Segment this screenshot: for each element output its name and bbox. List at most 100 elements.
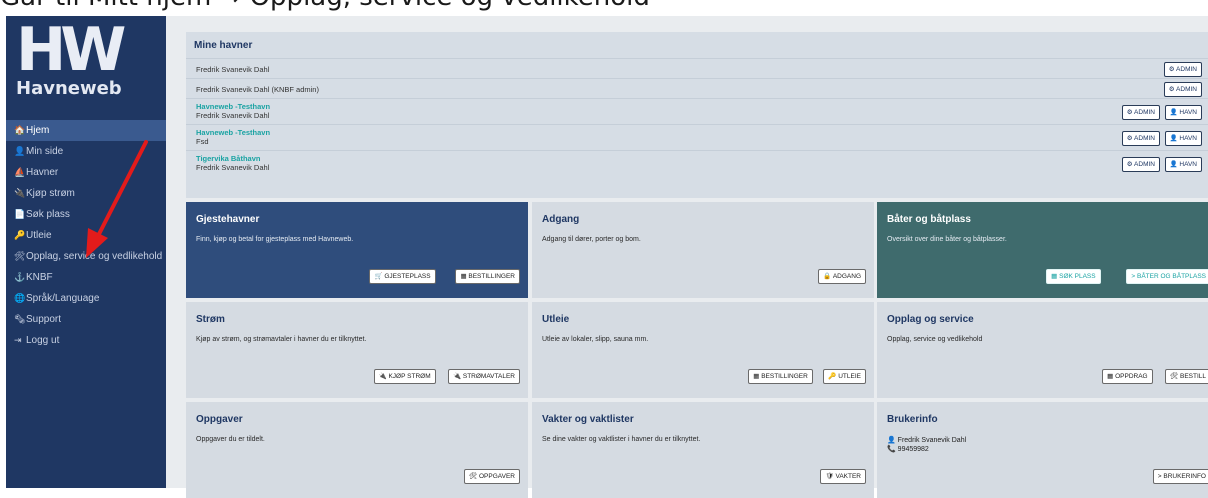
tile-title: Utleie [542,314,570,325]
sidebar-item-label: Søk plass [26,209,70,220]
sidebar-item-label: Hjem [26,125,50,136]
gear-icon: ⚙ [1126,135,1135,142]
button-label: HAVN [1179,135,1197,142]
havn-button[interactable]: 👤 HAVN [1164,105,1202,120]
sidebar-item-label: Kjøp strøm [26,188,75,199]
harbor-owner-name: Fredrik Svanevik Dahl [196,65,270,74]
admin-button[interactable]: ⚙ ADMIN [1121,131,1160,146]
button-label: ADMIN [1134,161,1155,168]
tile-title: Adgang [542,214,580,225]
tools-icon: 🛠 [14,251,26,261]
button-icon: ▦ [753,373,762,380]
tile-title: Brukerinfo [887,414,938,425]
sidebar-item-logg-ut[interactable]: ⇥ Logg ut [6,330,166,351]
havn-button[interactable]: 👤 HAVN [1164,157,1202,172]
brukerinfo-button[interactable]: > BRUKERINFO [1152,469,1208,484]
button-icon: 🔑 [828,373,839,380]
oppdrag-button[interactable]: ▦ OPPDRAG [1102,369,1153,384]
user-icon: 👤 [14,146,26,156]
tile-title: Vakter og vaktlister [542,414,634,425]
harbor-row: Fredrik Svanevik Dahl (KNBF admin) ⚙ ADMI… [186,78,1208,99]
sidebar-nav: 🏠Hjem 👤Min side ⛵Havner 🔌Kjøp strøm 📄Søk pla… [6,120,174,351]
tile-vakter-og-vaktlister: Vakter og vaktlister Se dine vakter og va… [532,402,874,498]
tile-description: Finn, kjøp og betal for gjesteplass med … [196,236,354,243]
søk-plass-button[interactable]: ▦ SØK PLASS [1046,269,1101,284]
home-icon: 🏠 [14,125,26,135]
harbor-link[interactable]: Havneweb -Testhavn [196,102,270,111]
sidebar-item-knbf[interactable]: ⚓KNBF [6,267,166,288]
sidebar-item-opplag-service-og-vedlikehold[interactable]: 🛠Opplag, service og vedlikehold [6,246,166,267]
button-icon: 🔌 [378,373,389,380]
harbor-link[interactable]: Tigervika Båthavn [196,154,260,163]
tile-description: Opplag, service og vedlikehold [887,336,983,343]
harbor-owner-name: Fredrik Svanevik Dahl (KNBF admin) [196,85,319,94]
button-icon: 🛒 [374,273,385,280]
button-label: UTLEIE [838,373,861,380]
gear-icon: ⚙ [1168,86,1177,93]
sidebar-item-label: Havner [26,167,59,178]
my-harbors-panel: Mine havner Fredrik Svanevik Dahl ⚙ ADMIN… [186,32,1208,198]
admin-button[interactable]: ⚙ ADMIN [1163,62,1202,77]
tile-opplag-og-service: Opplag og service Opplag, service og vedl… [877,302,1208,398]
båter-og-båtplass-button[interactable]: > BÅTER OG BÅTPLASS [1126,269,1208,284]
button-label: HAVN [1179,109,1197,116]
tile-brukerinfo: Brukerinfo 👤 Fredrik Svanevik Dahl 📞 99459… [877,402,1208,498]
sidebar-item-support[interactable]: 🗞Support [6,309,166,330]
button-label: BÅTER OG BÅTPLASS [1137,273,1206,280]
anchor-icon: ⚓ [14,272,26,282]
button-label: BESTILLINGER [761,373,808,380]
bestillinger-button[interactable]: ▦ BESTILLINGER [748,369,813,384]
page-caption: Går til Mitt hjem → Opplag, service og v… [0,0,1208,10]
havn-button[interactable]: 👤 HAVN [1164,131,1202,146]
tile-oppgaver: Oppgaver Oppgaver du er tildelt. 🛠 OPPGAVE… [186,402,528,498]
bestill-button[interactable]: 🛠 BESTILL [1164,369,1208,384]
admin-button[interactable]: ⚙ ADMIN [1163,82,1202,97]
tile-description: Se dine vakter og vaktlister i havner du… [542,436,701,443]
gear-icon: ⚙ [1126,161,1135,168]
sidebar-item-språk-language[interactable]: 🌐Språk/Language [6,288,166,309]
kjøp-strøm-button[interactable]: 🔌 KJØP STRØM [373,369,436,384]
harbor-owner-name: Fsd [196,137,209,146]
admin-button[interactable]: ⚙ ADMIN [1121,105,1160,120]
utleie-button[interactable]: 🔑 UTLEIE [823,369,866,384]
button-label: KJØP STRØM [388,373,431,380]
phone-icon: 📞 [887,446,898,453]
tile-strøm: Strøm Kjøp av strøm, og strømavtaler i ha… [186,302,528,398]
tile-gjestehavner: Gjestehavner Finn, kjøp og betal for gjes… [186,202,528,298]
tile-title: Strøm [196,314,225,325]
main-content: Mine havner Fredrik Svanevik Dahl ⚙ ADMIN… [166,16,1208,498]
support-icon: 🗞 [14,314,26,324]
button-label: ADMIN [1134,109,1155,116]
sidebar-item-kjøp-strøm[interactable]: 🔌Kjøp strøm [6,183,166,204]
tile-description: Utleie av lokaler, slipp, sauna mm. [542,336,649,343]
user-icon: 👤 [1169,109,1180,116]
gear-icon: ⚙ [1168,66,1177,73]
vakter-button[interactable]: 🛡 VAKTER [820,469,866,484]
sidebar-item-søk-plass[interactable]: 📄Søk plass [6,204,166,225]
sidebar-item-utleie[interactable]: 🔑Utleie [6,225,166,246]
sidebar-item-label: KNBF [26,272,53,283]
gjesteplass-button[interactable]: 🛒 GJESTEPLASS [369,269,436,284]
bestillinger-button[interactable]: ▦ BESTILLINGER [455,269,520,284]
logo-mark: HW [16,15,126,85]
strømavtaler-button[interactable]: 🔌 STRØMAVTALER [447,369,520,384]
plug-icon: 🔌 [14,188,26,198]
tile-title: Opplag og service [887,314,974,325]
admin-button[interactable]: ⚙ ADMIN [1121,157,1160,172]
button-label: STRØMAVTALER [462,373,515,380]
key-icon: 🔑 [14,230,26,240]
sidebar-item-min-side[interactable]: 👤Min side [6,141,166,162]
button-icon: 🛠 [1169,373,1180,380]
button-label: BESTILL [1179,373,1206,380]
harbor-link[interactable]: Havneweb -Testhavn [196,128,270,137]
user-name: Fredrik Svanevik Dahl [897,437,967,444]
button-label: VAKTER [835,473,861,480]
tile-title: Båter og båtplass [887,214,971,225]
sidebar-item-hjem[interactable]: 🏠Hjem [6,120,174,141]
oppgaver-button[interactable]: 🛠 OPPGAVER [463,469,520,484]
adgang-button[interactable]: 🔒 ADGANG [818,269,866,284]
harbor-row: Fredrik Svanevik Dahl ⚙ ADMIN [186,58,1208,79]
havneweb-logo[interactable]: HW Havneweb [16,20,156,110]
tile-adgang: Adgang Adgang til dører, porter og bom. 🔒 … [532,202,874,298]
sidebar-item-havner[interactable]: ⛵Havner [6,162,166,183]
